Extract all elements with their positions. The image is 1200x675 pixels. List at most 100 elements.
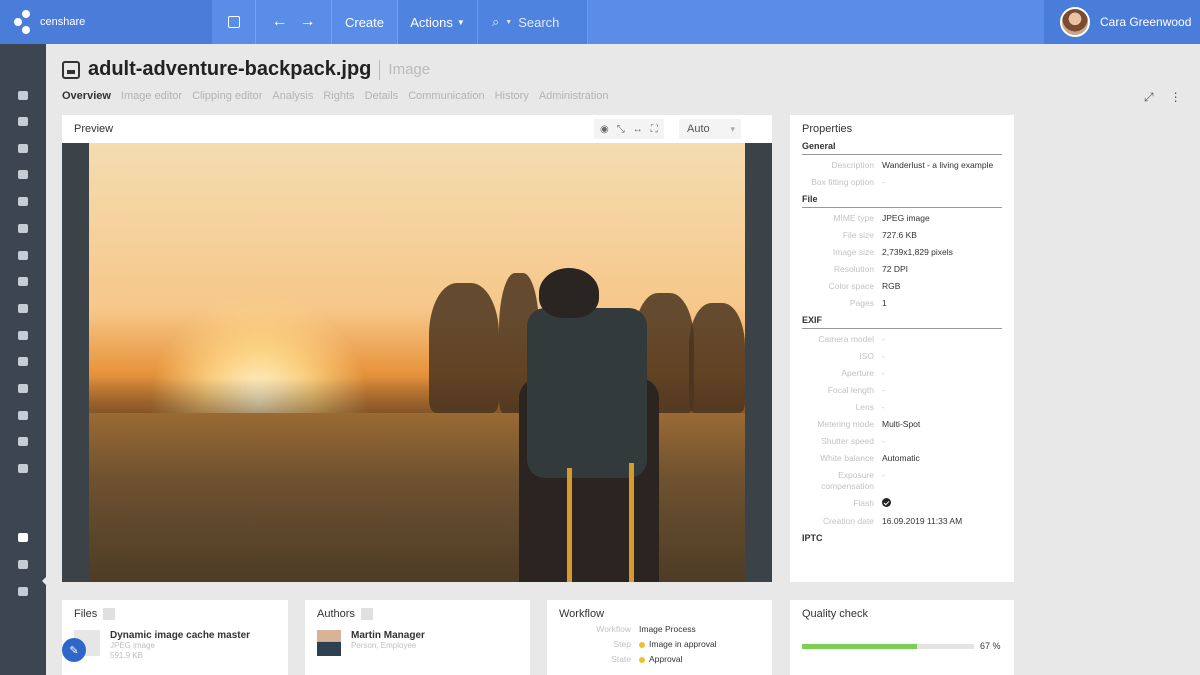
more-vertical-icon[interactable]: ⋮ <box>1170 90 1182 105</box>
properties-panel: Properties General Description Wanderlust… <box>790 115 1014 582</box>
preview-title: Preview <box>74 123 114 135</box>
book-icon[interactable] <box>18 197 28 206</box>
workflow-row: Step Image in approval <box>613 639 717 649</box>
tab-rights[interactable]: Rights <box>323 90 354 102</box>
tag-icon[interactable] <box>18 277 28 286</box>
property-row: ISO - <box>859 351 885 361</box>
tab-image-editor[interactable]: Image editor <box>121 90 182 102</box>
home-icon[interactable] <box>18 91 28 100</box>
workflow-row: State Approval <box>611 654 683 664</box>
file-size: 591.9 KB <box>110 651 143 660</box>
files-card: Files Dynamic image cache master JPEG im… <box>62 600 288 675</box>
workflow-card: Workflow Workflow Image Process Step Image… <box>547 600 772 675</box>
fit-width-icon[interactable]: ↔ <box>633 124 643 135</box>
preview-canvas <box>62 143 772 582</box>
search-icon[interactable] <box>18 587 28 596</box>
calendar-icon[interactable] <box>18 170 28 179</box>
trash-icon[interactable] <box>18 464 28 473</box>
car-icon[interactable] <box>18 357 28 366</box>
workflow-row: Workflow Image Process <box>596 624 696 634</box>
caret-down-icon: ▼ <box>456 17 465 27</box>
list-item[interactable]: Dynamic image cache master JPEG image 59… <box>74 630 250 661</box>
crop-icon[interactable]: ⤡ <box>617 124 625 135</box>
megaphone-icon[interactable] <box>18 224 28 233</box>
property-row: File size 727.6 KB <box>842 230 917 240</box>
author-avatar <box>317 630 341 656</box>
left-sidebar <box>0 44 47 675</box>
quality-progress-bar <box>802 644 974 649</box>
author-role: Person, Employee <box>351 641 417 650</box>
property-row: White balance Automatic <box>820 453 920 463</box>
expand-icon[interactable]: ⤢ <box>1144 90 1154 105</box>
panel-icon <box>227 16 240 28</box>
property-row: Focal length - <box>827 385 885 395</box>
tab-overview[interactable]: Overview <box>62 90 111 102</box>
forward-arrow-icon[interactable]: → <box>300 13 316 31</box>
section-file: File <box>802 194 1002 208</box>
pin-icon: ✎ <box>69 644 79 657</box>
search-button[interactable]: ⌕ ▼ Search <box>478 0 588 44</box>
quality-title: Quality check <box>802 608 869 620</box>
checkmark-icon <box>882 498 891 507</box>
page-title: adult-adventure-backpack.jpg <box>88 58 372 80</box>
user-name: Cara Greenwood <box>1100 15 1192 29</box>
fullscreen-icon[interactable]: ⛶ <box>651 124 658 135</box>
status-dot-icon <box>639 656 645 663</box>
search-icon[interactable] <box>18 437 28 446</box>
property-row: Exposure compensation - <box>821 470 885 491</box>
heart-icon[interactable] <box>18 331 28 340</box>
pin-button[interactable]: ✎ <box>62 638 86 662</box>
logo-text: censhare <box>40 16 86 28</box>
section-iptc: IPTC <box>802 533 823 543</box>
property-row: Lens - <box>855 402 885 412</box>
tab-details[interactable]: Details <box>365 90 399 102</box>
edit-document-icon[interactable] <box>18 411 28 420</box>
property-row: MIME type JPEG image <box>833 213 930 223</box>
user-menu[interactable]: Cara Greenwood <box>1044 0 1200 44</box>
search-icon: ⌕ <box>492 14 500 29</box>
censhare-logo[interactable]: censhare <box>0 0 212 44</box>
preview-header: Preview <box>62 115 772 143</box>
asset-type: Image <box>388 61 431 78</box>
tab-history[interactable]: History <box>495 90 529 102</box>
active-indicator <box>42 576 47 586</box>
tab-administration[interactable]: Administration <box>539 90 609 102</box>
file-icon[interactable] <box>18 560 28 569</box>
actions-menu-button[interactable]: Actions ▼ <box>398 0 478 44</box>
tab-analysis[interactable]: Analysis <box>272 90 313 102</box>
create-button[interactable]: Create <box>332 0 398 44</box>
header-tools: ⤢ ⋮ <box>1144 90 1182 105</box>
add-icon[interactable] <box>360 608 373 620</box>
asset-tabs: Overview Image editor Clipping editor An… <box>62 90 609 102</box>
tab-communication[interactable]: Communication <box>408 90 484 102</box>
list-item[interactable]: Martin Manager Person, Employee <box>317 630 425 656</box>
tab-clipping-editor[interactable]: Clipping editor <box>192 90 262 102</box>
property-row: Image size 2,739x1,829 pixels <box>832 247 953 257</box>
back-arrow-icon[interactable]: ← <box>272 13 288 31</box>
author-name: Martin Manager <box>351 630 425 641</box>
caret-down-icon: ▼ <box>505 18 513 26</box>
eye-icon[interactable]: ◉ <box>600 124 609 135</box>
document-icon[interactable] <box>18 384 28 393</box>
files-title: Files <box>74 608 98 620</box>
inbox-icon[interactable] <box>18 117 28 126</box>
quality-percent: 67 % <box>980 641 1001 651</box>
workflow-title: Workflow <box>559 608 605 620</box>
section-general: General <box>802 141 1002 155</box>
preview-toolbar: ◉ ⤡ ↔ ⛶ <box>594 119 664 139</box>
authors-card: Authors Martin Manager Person, Employee <box>305 600 530 675</box>
logo-mark-icon <box>14 10 38 34</box>
image-icon <box>62 60 80 79</box>
upload-icon[interactable] <box>18 144 28 153</box>
property-row: Metering mode Multi-Spot <box>817 419 921 429</box>
add-icon[interactable] <box>103 608 116 620</box>
zoom-select[interactable]: Auto <box>679 119 741 139</box>
box-icon[interactable] <box>18 251 28 260</box>
quality-progress-fill <box>802 644 918 649</box>
target-icon[interactable] <box>18 304 28 313</box>
property-row: Color space RGB <box>828 281 901 291</box>
toggle-panel-button[interactable] <box>212 0 256 44</box>
section-exif: EXIF <box>802 315 1002 329</box>
property-row: Pages 1 <box>849 298 887 308</box>
image-icon[interactable] <box>18 533 28 542</box>
